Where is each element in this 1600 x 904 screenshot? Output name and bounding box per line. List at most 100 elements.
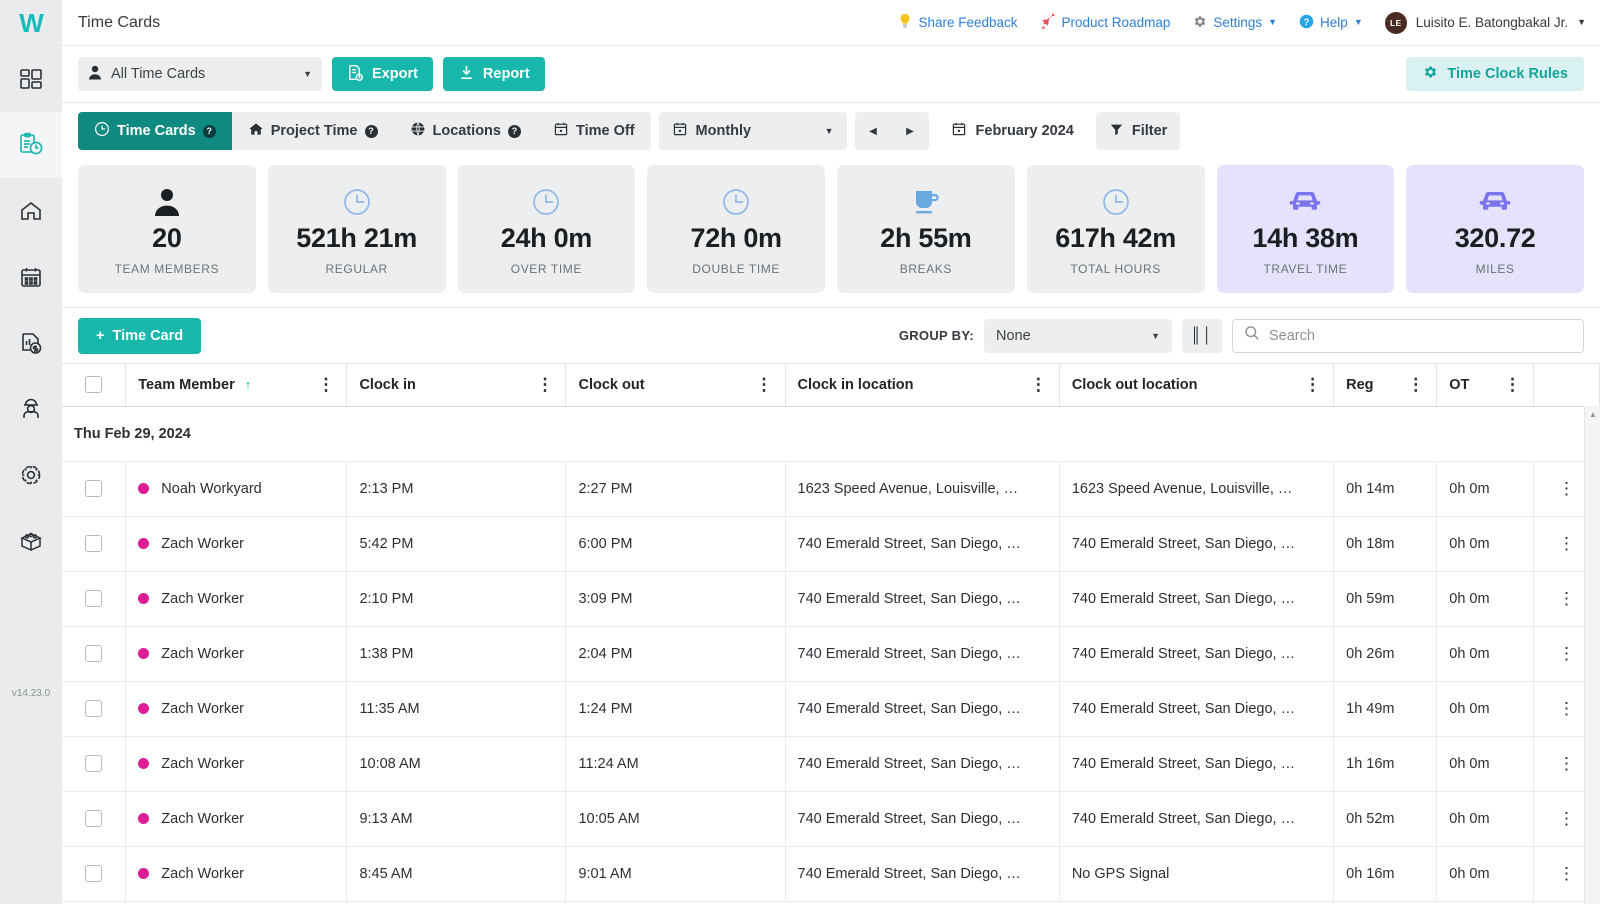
row-menu-icon[interactable] (1558, 592, 1575, 607)
stat-value: 14h 38m (1252, 222, 1359, 253)
sidebar-item-scheduling[interactable] (0, 244, 62, 310)
table-row[interactable]: Zach Worker 10:08 AM 11:24 AM 740 Emerald S… (62, 736, 1600, 792)
column-menu-icon[interactable] (1407, 376, 1424, 393)
sidebar-item-inventory[interactable] (0, 508, 62, 574)
row-checkbox[interactable] (85, 810, 103, 827)
time-cards-scope-select[interactable]: All Time Cards ▼ (78, 57, 322, 91)
user-menu[interactable]: LE Luisito E. Batongbakal Jr. ▼ (1384, 11, 1586, 34)
group-by-label: GROUP BY: (898, 328, 974, 343)
table-row[interactable]: Zach Worker 2:10 PM 3:09 PM 740 Emerald Str… (62, 571, 1600, 627)
help-menu[interactable]: ? Help ▼ (1299, 14, 1363, 32)
date-range-label: February 2024 (975, 123, 1074, 139)
row-select-cell (62, 846, 127, 902)
row-checkbox[interactable] (85, 590, 103, 607)
row-checkbox[interactable] (85, 865, 103, 882)
row-menu-icon[interactable] (1558, 482, 1575, 497)
cell-ot: 0h 0m (1436, 461, 1534, 517)
column-header-clock-out[interactable]: Clock out (565, 364, 786, 407)
column-header-clock-in-location[interactable]: Clock in location (785, 364, 1060, 407)
search-icon (1244, 325, 1260, 346)
worker-icon (19, 397, 43, 421)
cell-clock-out-location: 740 Emerald Street, San Diego, … (1059, 516, 1335, 572)
search-box[interactable] (1232, 318, 1584, 353)
prev-period-button[interactable]: ◀ (855, 112, 892, 150)
help-badge-icon[interactable]: ? (202, 124, 216, 138)
column-menu-icon[interactable] (1304, 376, 1321, 393)
table-row[interactable]: Zach Worker 5:42 PM 6:00 PM 740 Emerald Str… (62, 516, 1600, 572)
clock-icon (94, 121, 110, 141)
sidebar-item-dashboard[interactable] (0, 46, 62, 112)
cell-ot: 0h 0m (1436, 736, 1534, 792)
column-header-clock-in[interactable]: Clock in (346, 364, 567, 407)
scroll-up-icon[interactable]: ▲ (1585, 406, 1600, 422)
column-menu-icon[interactable] (536, 376, 553, 393)
settings-menu[interactable]: Settings ▼ (1192, 14, 1277, 32)
person-icon (88, 65, 102, 84)
column-menu-icon[interactable] (317, 376, 334, 393)
row-checkbox[interactable] (85, 535, 103, 552)
table-row[interactable]: Zach Worker 11:35 AM 1:24 PM 740 Emerald St… (62, 681, 1600, 737)
app-logo[interactable]: W (0, 0, 62, 46)
stat-label: TRAVEL TIME (1263, 261, 1348, 276)
row-checkbox[interactable] (85, 700, 103, 717)
globe-icon (410, 121, 426, 141)
row-checkbox[interactable] (85, 755, 103, 772)
cell-reg: 0h 26m (1333, 626, 1438, 682)
team-member-name: Zach Worker (161, 865, 245, 882)
top-bar: Time Cards Share Feedback Product Roadma… (62, 0, 1600, 46)
stat-value: 72h 0m (690, 222, 783, 253)
select-all-checkbox[interactable] (85, 376, 103, 394)
row-checkbox[interactable] (85, 645, 103, 662)
calendar-icon (553, 121, 569, 141)
column-menu-icon[interactable] (1504, 376, 1521, 393)
report-button[interactable]: Report (442, 57, 545, 91)
report-label: Report (482, 66, 530, 82)
help-badge-icon[interactable]: ? (507, 124, 521, 138)
cell-team-member: Noah Workyard (125, 461, 348, 517)
table-row[interactable]: Zach Worker 9:13 AM 10:05 AM 740 Emerald St… (62, 791, 1600, 847)
time-clock-rules-button[interactable]: Time Clock Rules (1406, 57, 1584, 91)
row-menu-icon[interactable] (1558, 757, 1575, 772)
table-row[interactable]: Zach Worker 8:45 AM 9:01 AM 740 Emerald Str… (62, 846, 1600, 902)
tab-project-time[interactable]: Project Time ? (232, 112, 394, 150)
columns-button[interactable]: ║│ (1182, 318, 1222, 353)
sort-ascending-icon[interactable]: ↑ (245, 377, 252, 392)
column-menu-icon[interactable] (756, 376, 773, 393)
column-menu-icon[interactable] (1030, 376, 1047, 393)
table-vertical-scrollbar[interactable]: ▲ (1584, 406, 1600, 904)
add-time-card-button[interactable]: + Time Card (78, 317, 202, 354)
row-menu-icon[interactable] (1558, 867, 1575, 882)
sidebar-item-crew[interactable] (0, 376, 62, 442)
sidebar-item-operations[interactable] (0, 442, 62, 508)
sidebar-item-home[interactable] (0, 178, 62, 244)
clock-icon (1101, 183, 1131, 221)
product-roadmap-link[interactable]: Product Roadmap (1040, 12, 1170, 32)
sidebar-item-time-cards[interactable] (0, 112, 62, 178)
date-range-display[interactable]: February 2024 (937, 112, 1088, 150)
search-input[interactable] (1269, 327, 1572, 344)
tab-locations[interactable]: Locations ? (394, 112, 537, 150)
filter-button[interactable]: Filter (1095, 112, 1181, 150)
column-header-ot[interactable]: OT (1436, 364, 1534, 407)
next-period-button[interactable]: ▶ (892, 112, 929, 150)
cell-reg: 0h 59m (1333, 571, 1438, 627)
period-select[interactable]: Monthly ▼ (658, 112, 847, 150)
export-button[interactable]: Export (332, 57, 433, 91)
column-header-clock-out-location[interactable]: Clock out location (1059, 364, 1335, 407)
table-row[interactable]: Noah Workyard 2:13 PM 2:27 PM 1623 Speed Av… (62, 461, 1600, 517)
row-menu-icon[interactable] (1558, 647, 1575, 662)
row-checkbox[interactable] (85, 480, 103, 497)
tab-time-cards[interactable]: Time Cards ? (78, 112, 232, 150)
row-menu-icon[interactable] (1558, 812, 1575, 827)
column-header-reg[interactable]: Reg (1333, 364, 1438, 407)
row-menu-icon[interactable] (1558, 702, 1575, 717)
table-row[interactable]: Zach Worker 1:38 PM 2:04 PM 740 Emerald Str… (62, 626, 1600, 682)
tab-time-off[interactable]: Time Off (537, 112, 651, 150)
filter-label: Filter (1131, 123, 1168, 139)
sidebar-item-invoices[interactable] (0, 310, 62, 376)
group-by-select[interactable]: None ▼ (984, 318, 1172, 353)
row-menu-icon[interactable] (1558, 537, 1575, 552)
help-badge-icon[interactable]: ? (364, 124, 378, 138)
share-feedback-link[interactable]: Share Feedback (898, 13, 1018, 32)
column-header-team-member[interactable]: Team Member ↑ (125, 364, 348, 407)
